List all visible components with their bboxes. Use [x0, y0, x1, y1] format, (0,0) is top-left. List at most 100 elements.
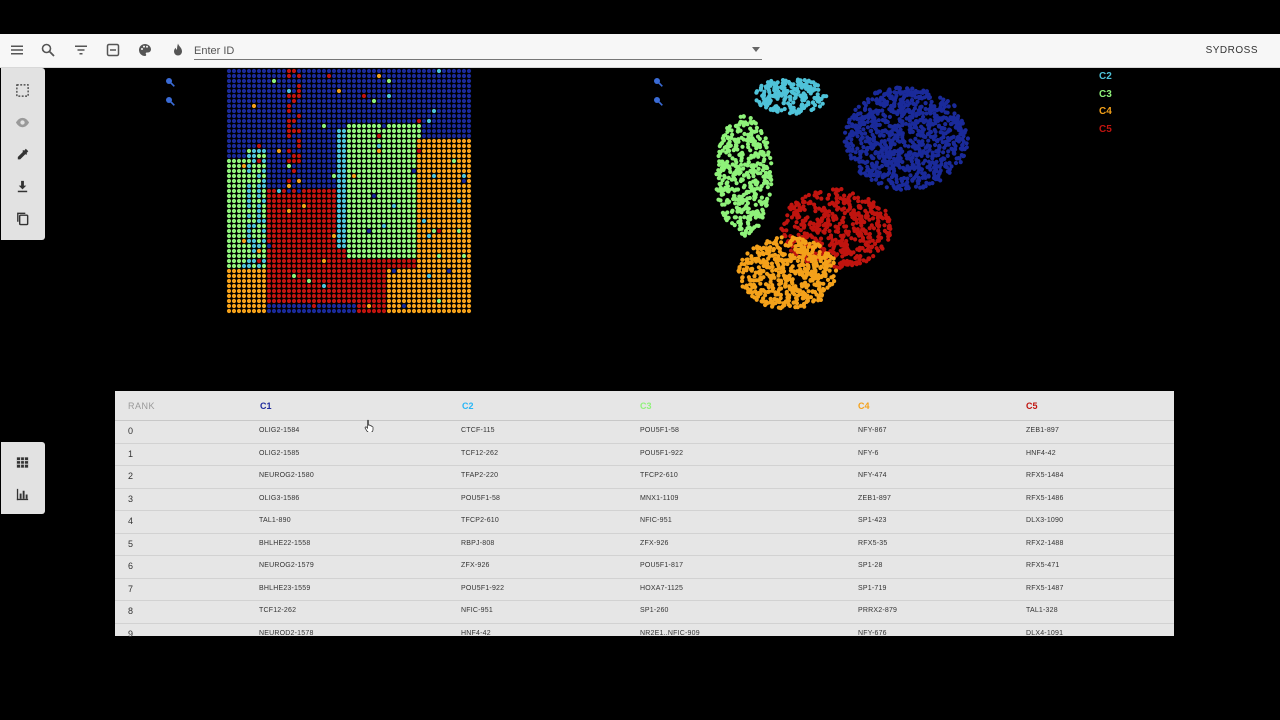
spot-c4 — [461, 303, 467, 309]
spot-c1 — [306, 78, 312, 84]
spot-c4 — [261, 308, 267, 314]
spot-c4 — [466, 253, 472, 259]
cell-c3 — [754, 146, 759, 151]
spot-c4 — [411, 278, 417, 284]
collapse-box-icon[interactable] — [105, 42, 121, 58]
id-input[interactable] — [194, 43, 762, 60]
copy-icon[interactable] — [13, 209, 31, 227]
cell-c3 — [727, 164, 732, 169]
spot-c4 — [411, 308, 417, 314]
spot-c3 — [411, 138, 417, 144]
spot-c1 — [321, 103, 327, 109]
spot-c5 — [331, 283, 337, 289]
legend-item-c5[interactable]: C5 — [1099, 121, 1112, 139]
spot-c3 — [251, 218, 257, 224]
spot-c3 — [231, 168, 237, 174]
spot-c5 — [296, 198, 302, 204]
column-header-c3[interactable]: C3 — [640, 401, 652, 411]
cell-c3 — [737, 122, 742, 127]
column-header-rank[interactable]: RANK — [128, 401, 155, 411]
spot-c4 — [466, 173, 472, 179]
spot-c5 — [286, 288, 292, 294]
embedding-scatter-plot[interactable] — [706, 68, 986, 316]
spot-c1 — [231, 143, 237, 149]
spot-c4 — [436, 268, 442, 274]
spot-c2 — [256, 173, 262, 179]
legend-item-c4[interactable]: C4 — [1099, 103, 1112, 121]
cell-c1 — [901, 166, 906, 171]
spot-c5 — [371, 288, 377, 294]
spot-c3 — [366, 218, 372, 224]
spot-c3 — [371, 198, 377, 204]
cell-c3 — [738, 114, 743, 119]
spot-c3 — [396, 188, 402, 194]
cell-c3 — [758, 171, 763, 176]
spot-c4 — [461, 183, 467, 189]
spot-c1 — [341, 78, 347, 84]
spot-c3 — [411, 158, 417, 164]
column-header-c1[interactable]: C1 — [260, 401, 272, 411]
table-icon[interactable] — [13, 453, 31, 471]
filter-icon[interactable] — [73, 42, 89, 58]
spot-c1 — [441, 88, 447, 94]
spot-c1 — [411, 168, 417, 174]
cell-c3 — [717, 181, 722, 187]
spot-c5 — [326, 248, 332, 254]
spot-c1 — [446, 133, 452, 139]
spot-c2 — [246, 188, 252, 194]
eyedropper-icon[interactable] — [13, 145, 31, 163]
bar-chart-icon[interactable] — [13, 485, 31, 503]
spot-c5 — [286, 283, 292, 289]
legend-item-c2[interactable]: C2 — [1099, 68, 1112, 86]
spot-c4 — [446, 193, 452, 199]
flame-icon[interactable] — [170, 42, 186, 58]
legend-item-c3[interactable]: C3 — [1099, 86, 1112, 104]
spot-c1 — [301, 143, 307, 149]
spot-c3 — [256, 163, 262, 169]
spot-c4 — [456, 308, 462, 314]
spot-c1 — [451, 93, 457, 99]
zoom-out-icon[interactable] — [165, 93, 175, 106]
cell-c4 — [805, 283, 811, 288]
column-header-c4[interactable]: C4 — [858, 401, 870, 411]
spot-c4 — [351, 173, 357, 179]
spot-c1 — [306, 303, 312, 309]
spot-c1 — [371, 83, 377, 89]
spot-c4 — [421, 248, 427, 254]
spatial-cluster-plot[interactable] — [226, 68, 476, 316]
spot-c4 — [436, 188, 442, 194]
spot-c1 — [416, 83, 422, 89]
spot-c3 — [386, 193, 392, 199]
cell-c3 — [751, 142, 756, 147]
menu-icon[interactable] — [9, 42, 25, 58]
spot-c1 — [301, 138, 307, 144]
spot-c1 — [446, 268, 452, 274]
cell-c1 — [948, 122, 954, 127]
spot-c4 — [441, 283, 447, 289]
cell-c1 — [927, 95, 932, 100]
spot-c1 — [301, 183, 307, 189]
column-header-c5[interactable]: C5 — [1026, 401, 1038, 411]
zoom-in-icon[interactable] — [653, 74, 663, 87]
cell-c1 — [900, 159, 905, 164]
download-icon[interactable] — [13, 177, 31, 195]
spot-c4 — [441, 208, 447, 214]
spot-c1 — [391, 93, 397, 99]
column-header-c2[interactable]: C2 — [462, 401, 474, 411]
cell-c4 — [767, 253, 772, 259]
eye-icon[interactable] — [13, 113, 31, 131]
search-icon[interactable] — [40, 42, 56, 58]
spot-c1 — [401, 118, 407, 124]
palette-icon[interactable] — [137, 42, 153, 58]
zoom-out-icon[interactable] — [653, 93, 663, 106]
spot-c1 — [461, 108, 467, 114]
cell-c5 — [852, 212, 857, 217]
spot-c4 — [466, 213, 472, 219]
lasso-select-icon[interactable] — [13, 81, 31, 99]
spot-c3 — [391, 228, 397, 234]
spot-c1 — [376, 108, 382, 114]
spot-c1 — [226, 148, 232, 154]
chevron-down-icon[interactable] — [752, 47, 760, 52]
zoom-in-icon[interactable] — [165, 74, 175, 87]
spot-c1 — [401, 68, 407, 74]
